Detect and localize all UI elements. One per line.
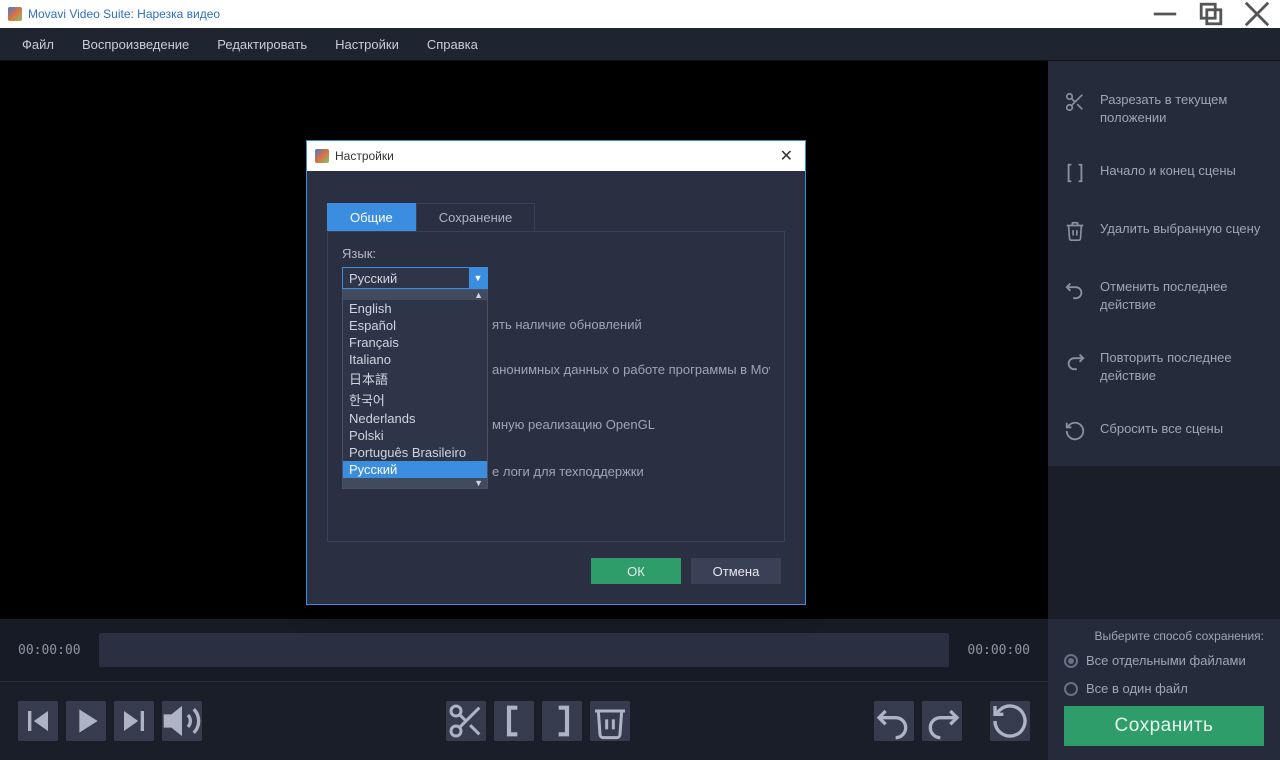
reset-icon	[1064, 420, 1086, 442]
action-label: Разрезать в текущем положении	[1100, 91, 1264, 126]
action-redo[interactable]: Повторить последнее действие	[1064, 337, 1264, 408]
language-select[interactable]: Русский ▼	[342, 267, 488, 289]
chevron-down-icon: ▼	[469, 268, 487, 288]
volume-button[interactable]	[162, 701, 202, 741]
save-section-lower: Все в один файл Сохранить	[1048, 681, 1280, 760]
redo-button[interactable]	[922, 701, 962, 741]
window-title: Movavi Video Suite: Нарезка видео	[28, 7, 220, 21]
side-panel: Разрезать в текущем положении Начало и к…	[1048, 61, 1280, 466]
undo-button[interactable]	[874, 701, 914, 741]
lang-option-francais[interactable]: Français	[343, 334, 487, 351]
action-reset-scenes[interactable]: Сбросить все сцены	[1064, 408, 1264, 466]
lang-option-nederlands[interactable]: Nederlands	[343, 410, 487, 427]
scroll-down-icon[interactable]: ▼	[343, 478, 487, 488]
scroll-up-icon[interactable]: ▲	[343, 290, 487, 300]
tab-saving[interactable]: Сохранение	[416, 203, 536, 231]
reset-button[interactable]	[990, 701, 1030, 741]
dialog-titlebar[interactable]: Настройки ✕	[307, 141, 805, 171]
titlebar: Movavi Video Suite: Нарезка видео	[0, 0, 1280, 28]
trash-icon	[1064, 220, 1086, 242]
timeline-track[interactable]	[99, 633, 950, 667]
app-icon	[315, 149, 329, 163]
redo-icon	[1064, 349, 1086, 371]
language-selected: Русский	[349, 271, 397, 286]
tab-general[interactable]: Общие	[327, 203, 416, 231]
action-undo[interactable]: Отменить последнее действие	[1064, 266, 1264, 337]
action-scene-bounds[interactable]: Начало и конец сцены	[1064, 150, 1264, 208]
brackets-icon	[1064, 162, 1086, 184]
action-label: Сбросить все сцены	[1100, 420, 1223, 438]
ok-button[interactable]: ОК	[591, 558, 681, 584]
dialog-body: Общие Сохранение Язык: Русский ▼ ять нал…	[307, 171, 805, 604]
menu-file[interactable]: Файл	[8, 31, 68, 58]
radio-icon	[1064, 682, 1078, 696]
cancel-button[interactable]: Отмена	[691, 558, 781, 584]
dialog-tabs: Общие Сохранение	[327, 203, 785, 232]
settings-dialog: Настройки ✕ Общие Сохранение Язык: Русск…	[306, 140, 806, 605]
bracket-right-button[interactable]	[542, 701, 582, 741]
lang-option-portugues[interactable]: Português Brasileiro	[343, 444, 487, 461]
prev-button[interactable]	[18, 701, 58, 741]
lang-option-english[interactable]: English	[343, 300, 487, 317]
menubar: Файл Воспроизведение Редактировать Настр…	[0, 28, 1280, 61]
dialog-close-button[interactable]: ✕	[776, 146, 797, 166]
language-dropdown: ▲ English Español Français Italiano 日本語 …	[342, 289, 488, 489]
minimize-button[interactable]	[1142, 0, 1188, 28]
play-button[interactable]	[66, 701, 106, 741]
undo-icon	[1064, 278, 1086, 300]
radio-label: Все в один файл	[1086, 681, 1188, 696]
time-start: 00:00:00	[18, 643, 81, 658]
save-mode-title: Выберите способ сохранения:	[1064, 629, 1264, 643]
cut-button[interactable]	[446, 701, 486, 741]
tab-content: Язык: Русский ▼ ять наличие обновлений а…	[327, 232, 785, 542]
lang-option-japanese[interactable]: 日本語	[343, 368, 487, 389]
radio-label: Все отдельными файлами	[1086, 653, 1246, 668]
action-delete-scene[interactable]: Удалить выбранную сцену	[1064, 208, 1264, 266]
dialog-title-text: Настройки	[335, 149, 394, 163]
app-icon	[8, 7, 22, 21]
action-label: Удалить выбранную сцену	[1100, 220, 1260, 238]
save-section: Выберите способ сохранения: Все отдельны…	[1048, 619, 1280, 681]
lang-option-italiano[interactable]: Italiano	[343, 351, 487, 368]
player-controls	[0, 681, 1048, 760]
radio-single-file[interactable]: Все в один файл	[1064, 681, 1264, 696]
action-cut-at-position[interactable]: Разрезать в текущем положении	[1064, 79, 1264, 150]
lang-option-korean[interactable]: 한국어	[343, 389, 487, 410]
scissors-icon	[1064, 91, 1086, 113]
lang-option-espanol[interactable]: Español	[343, 317, 487, 334]
language-label: Язык:	[342, 246, 770, 261]
menu-edit[interactable]: Редактировать	[203, 31, 321, 58]
bracket-left-button[interactable]	[494, 701, 534, 741]
maximize-button[interactable]	[1188, 0, 1234, 28]
action-label: Отменить последнее действие	[1100, 278, 1264, 313]
timeline: 00:00:00 00:00:00	[0, 619, 1048, 681]
menu-settings[interactable]: Настройки	[321, 31, 413, 58]
time-end: 00:00:00	[967, 643, 1030, 658]
menu-help[interactable]: Справка	[413, 31, 492, 58]
lang-option-russian[interactable]: Русский	[343, 461, 487, 478]
radio-separate-files[interactable]: Все отдельными файлами	[1064, 653, 1264, 668]
lang-option-polski[interactable]: Polski	[343, 427, 487, 444]
delete-button[interactable]	[590, 701, 630, 741]
next-button[interactable]	[114, 701, 154, 741]
dialog-buttons: ОК Отмена	[327, 542, 785, 588]
menu-playback[interactable]: Воспроизведение	[68, 31, 203, 58]
window-controls	[1142, 0, 1280, 28]
close-button[interactable]	[1234, 0, 1280, 28]
save-button[interactable]: Сохранить	[1064, 706, 1264, 746]
action-label: Повторить последнее действие	[1100, 349, 1264, 384]
action-label: Начало и конец сцены	[1100, 162, 1236, 180]
radio-icon	[1064, 654, 1078, 668]
